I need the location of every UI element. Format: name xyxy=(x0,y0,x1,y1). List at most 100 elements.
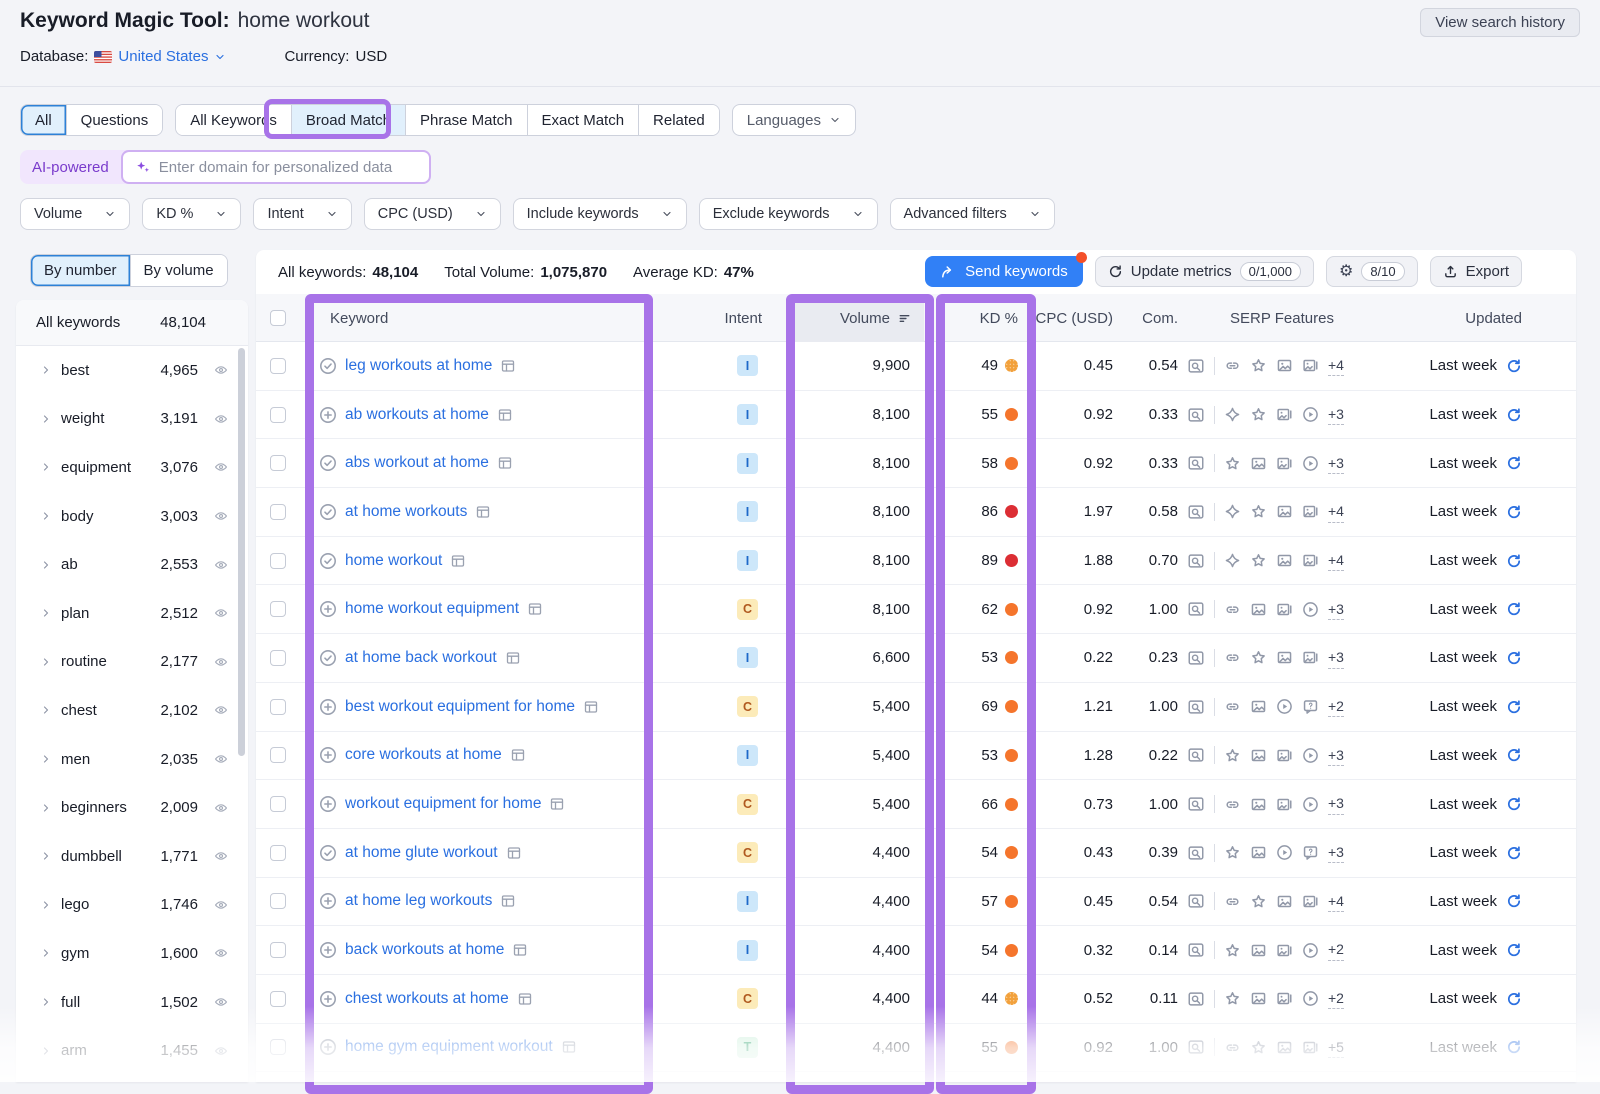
eye-icon[interactable] xyxy=(212,558,230,572)
sidebar-item-best[interactable]: best 4,965 xyxy=(16,346,248,395)
refresh-icon[interactable] xyxy=(1506,455,1522,471)
serp-page-icon[interactable] xyxy=(583,699,599,715)
sidebar-item-equipment[interactable]: equipment 3,076 xyxy=(16,443,248,492)
column-header-kd[interactable]: KD % xyxy=(924,310,1032,327)
eye-icon[interactable] xyxy=(212,606,230,620)
keyword-link[interactable]: at home back workout xyxy=(345,649,497,667)
serp-preview-icon[interactable] xyxy=(1187,892,1205,910)
refresh-icon[interactable] xyxy=(1506,699,1522,715)
refresh-icon[interactable] xyxy=(1506,991,1522,1007)
serp-page-icon[interactable] xyxy=(506,845,522,861)
serp-preview-icon[interactable] xyxy=(1187,454,1205,472)
sidebar-item-plan[interactable]: plan 2,512 xyxy=(16,589,248,638)
serp-more-link[interactable]: +3 xyxy=(1328,793,1344,814)
filter-exclude-keywords[interactable]: Exclude keywords xyxy=(699,198,878,230)
sidebar-item-gym[interactable]: gym 1,600 xyxy=(16,929,248,978)
check-circle-icon[interactable] xyxy=(319,357,337,375)
eye-icon[interactable] xyxy=(212,509,230,523)
serp-more-link[interactable]: +3 xyxy=(1328,842,1344,863)
sidebar-item-dumbbell[interactable]: dumbbell 1,771 xyxy=(16,832,248,881)
refresh-icon[interactable] xyxy=(1506,650,1522,666)
serp-page-icon[interactable] xyxy=(549,796,565,812)
serp-more-link[interactable]: +3 xyxy=(1328,599,1344,620)
refresh-icon[interactable] xyxy=(1506,1039,1522,1055)
sidebar-item-chest[interactable]: chest 2,102 xyxy=(16,686,248,735)
settings-button[interactable]: ⚙ 8/10 xyxy=(1326,256,1418,287)
keyword-link[interactable]: core workouts at home xyxy=(345,746,502,764)
eye-icon[interactable] xyxy=(212,460,230,474)
keyword-link[interactable]: chest workouts at home xyxy=(345,990,509,1008)
row-checkbox[interactable] xyxy=(270,455,286,471)
plus-circle-icon[interactable] xyxy=(319,941,337,959)
plus-circle-icon[interactable] xyxy=(319,746,337,764)
serp-preview-icon[interactable] xyxy=(1187,844,1205,862)
column-header-intent[interactable]: Intent xyxy=(648,310,770,327)
eye-icon[interactable] xyxy=(212,898,230,912)
serp-more-link[interactable]: +3 xyxy=(1328,453,1344,474)
plus-circle-icon[interactable] xyxy=(319,600,337,618)
serp-page-icon[interactable] xyxy=(497,407,513,423)
sidebar-item-men[interactable]: men 2,035 xyxy=(16,735,248,784)
serp-more-link[interactable]: +3 xyxy=(1328,404,1344,425)
eye-icon[interactable] xyxy=(212,946,230,960)
filter-include-keywords[interactable]: Include keywords xyxy=(513,198,687,230)
serp-preview-icon[interactable] xyxy=(1187,503,1205,521)
filter-kd-[interactable]: KD % xyxy=(142,198,241,230)
row-checkbox[interactable] xyxy=(270,504,286,520)
export-button[interactable]: Export xyxy=(1430,256,1522,287)
sidebar-item-routine[interactable]: routine 2,177 xyxy=(16,638,248,687)
database-selector[interactable]: United States xyxy=(94,48,226,65)
row-checkbox[interactable] xyxy=(270,553,286,569)
tab-exact-match[interactable]: Exact Match xyxy=(527,105,639,135)
by-volume-tab[interactable]: By volume xyxy=(130,255,227,286)
serp-page-icon[interactable] xyxy=(500,358,516,374)
sidebar-item-body[interactable]: body 3,003 xyxy=(16,492,248,541)
serp-more-link[interactable]: +4 xyxy=(1328,355,1344,376)
sidebar-item-ab[interactable]: ab 2,553 xyxy=(16,540,248,589)
tab-questions[interactable]: Questions xyxy=(66,105,163,135)
keyword-link[interactable]: home workout xyxy=(345,552,442,570)
plus-circle-icon[interactable] xyxy=(319,990,337,1008)
row-checkbox[interactable] xyxy=(270,796,286,812)
tab-all-keywords[interactable]: All Keywords xyxy=(176,105,291,135)
column-header-cpc[interactable]: CPC (USD) xyxy=(1032,310,1115,327)
eye-icon[interactable] xyxy=(212,995,230,1009)
filter-volume[interactable]: Volume xyxy=(20,198,130,230)
keyword-link[interactable]: workout equipment for home xyxy=(345,795,541,813)
sidebar-item-arm[interactable]: arm 1,455 xyxy=(16,1026,248,1075)
serp-more-link[interactable]: +4 xyxy=(1328,501,1344,522)
eye-icon[interactable] xyxy=(212,655,230,669)
column-header-volume[interactable]: Volume xyxy=(770,294,924,342)
serp-page-icon[interactable] xyxy=(505,650,521,666)
serp-page-icon[interactable] xyxy=(561,1039,577,1055)
tab-phrase-match[interactable]: Phrase Match xyxy=(405,105,527,135)
plus-circle-icon[interactable] xyxy=(319,892,337,910)
languages-dropdown[interactable]: Languages xyxy=(732,104,856,136)
serp-preview-icon[interactable] xyxy=(1187,357,1205,375)
row-checkbox[interactable] xyxy=(270,1039,286,1055)
serp-preview-icon[interactable] xyxy=(1187,746,1205,764)
serp-more-link[interactable]: +4 xyxy=(1328,550,1344,571)
serp-preview-icon[interactable] xyxy=(1187,649,1205,667)
serp-preview-icon[interactable] xyxy=(1187,1038,1205,1056)
filter-intent[interactable]: Intent xyxy=(253,198,351,230)
check-circle-icon[interactable] xyxy=(319,454,337,472)
serp-more-link[interactable]: +2 xyxy=(1328,939,1344,960)
column-header-serp-features[interactable]: SERP Features xyxy=(1180,310,1376,327)
plus-circle-icon[interactable] xyxy=(319,698,337,716)
row-checkbox[interactable] xyxy=(270,407,286,423)
serp-more-link[interactable]: +4 xyxy=(1328,891,1344,912)
row-checkbox[interactable] xyxy=(270,893,286,909)
check-circle-icon[interactable] xyxy=(319,844,337,862)
by-number-tab[interactable]: By number xyxy=(31,255,130,286)
serp-page-icon[interactable] xyxy=(510,747,526,763)
sidebar-item-beginners[interactable]: beginners 2,009 xyxy=(16,783,248,832)
eye-icon[interactable] xyxy=(212,363,230,377)
row-checkbox[interactable] xyxy=(270,358,286,374)
refresh-icon[interactable] xyxy=(1506,845,1522,861)
serp-more-link[interactable]: +2 xyxy=(1328,696,1344,717)
refresh-icon[interactable] xyxy=(1506,942,1522,958)
serp-preview-icon[interactable] xyxy=(1187,552,1205,570)
tab-broad-match[interactable]: Broad Match xyxy=(291,105,405,135)
serp-more-link[interactable]: +3 xyxy=(1328,745,1344,766)
